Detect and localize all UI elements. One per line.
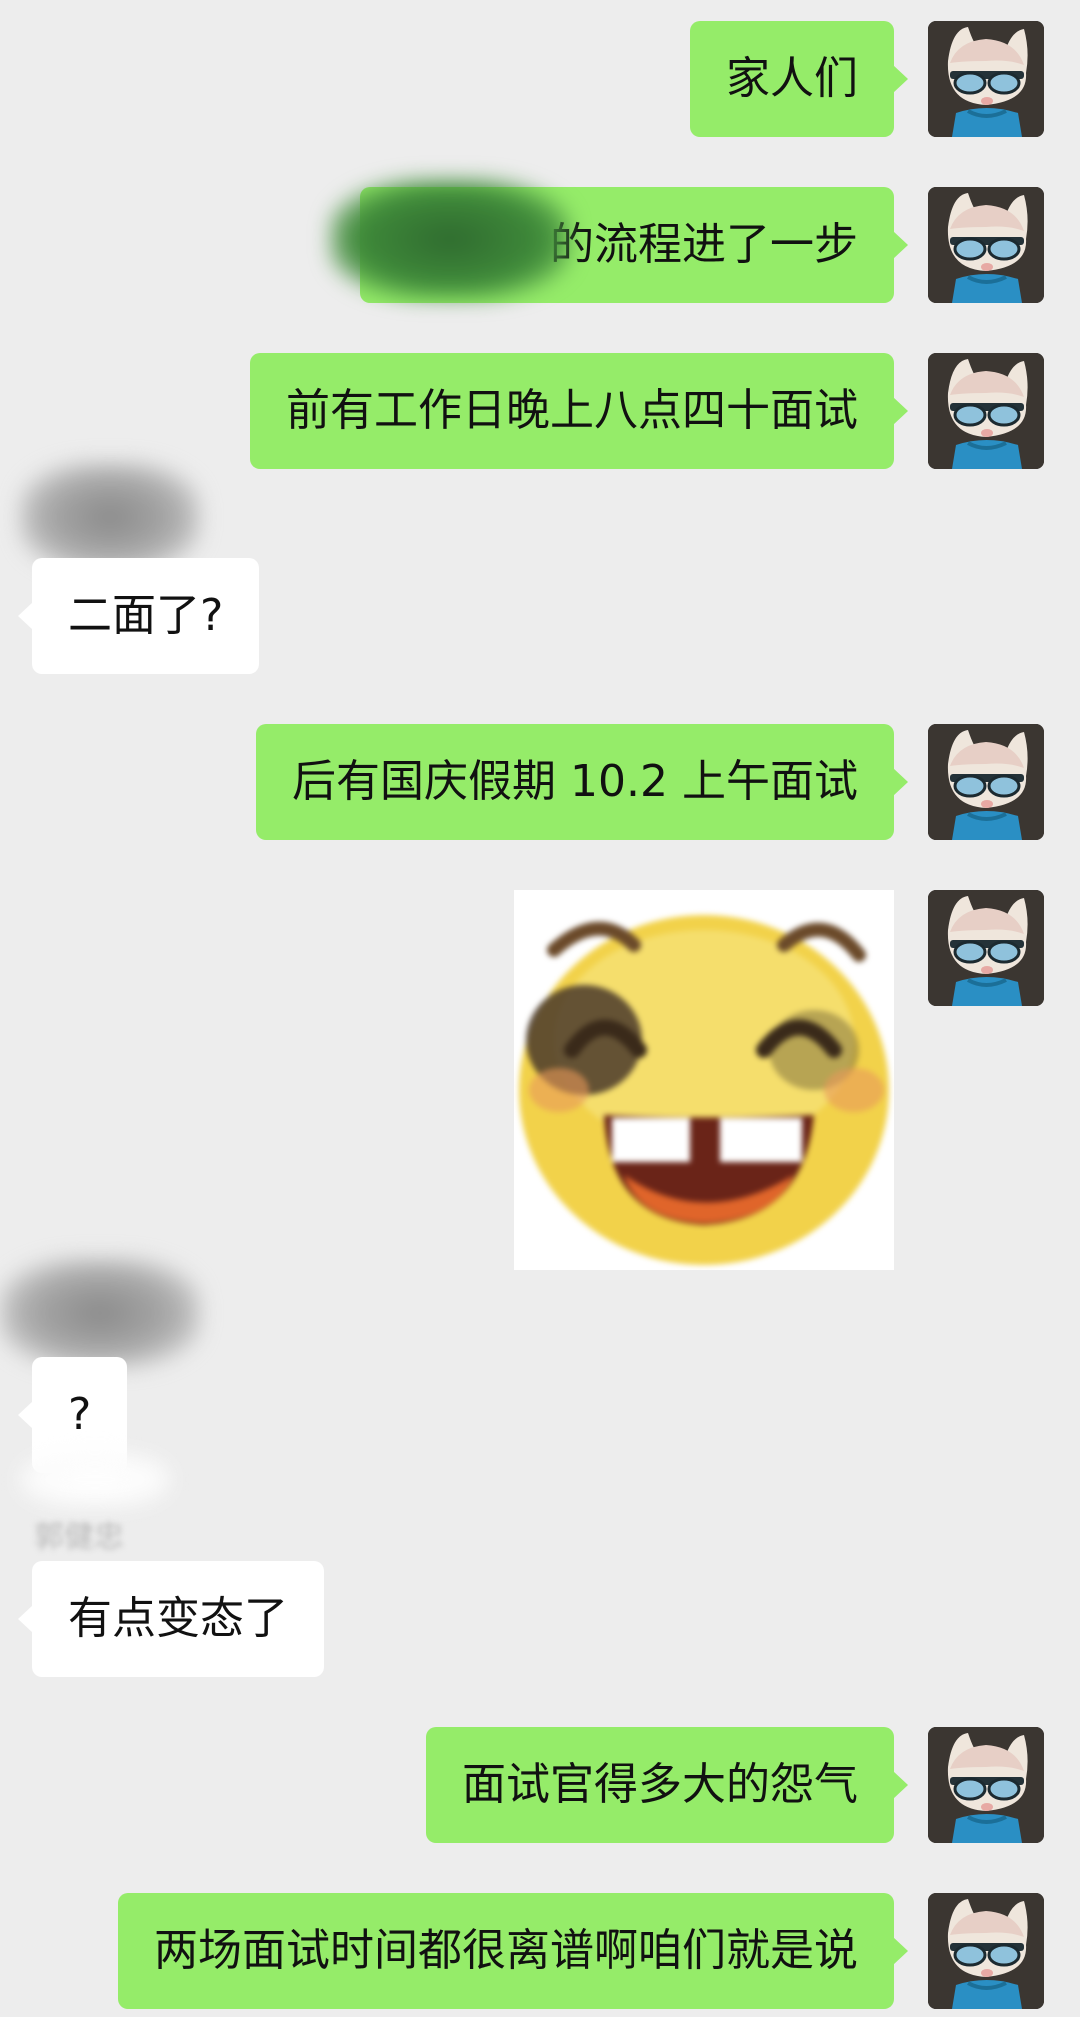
- redaction-scribble: [330, 179, 570, 299]
- message-bubble[interactable]: 两场面试时间都很离谱啊咱们就是说: [118, 1893, 908, 2009]
- chat-transcript[interactable]: 家人们 的流程进了一步 前有工作日晚上八点四十面试 二面了? 后有国庆假期 10…: [0, 0, 1080, 2017]
- cat-in-sunglasses-avatar-icon[interactable]: [928, 890, 1044, 1006]
- message-bubble[interactable]: 有点变态了: [18, 1561, 324, 1677]
- message-bubble[interactable]: 二面了?: [17, 558, 260, 674]
- sender-name: 郭健忠: [34, 1520, 124, 1555]
- cat-in-sunglasses-avatar-icon[interactable]: [928, 21, 1044, 137]
- cat-in-sunglasses-avatar-icon[interactable]: [928, 1893, 1044, 2009]
- message-bubble[interactable]: 家人们: [690, 21, 908, 137]
- grinning-bruised-face-emoji-sticker[interactable]: [514, 890, 894, 1270]
- redacted-sender-name: [20, 462, 200, 572]
- cat-in-sunglasses-avatar-icon[interactable]: [928, 724, 1044, 840]
- redaction-scribble: [20, 1452, 170, 1507]
- cat-in-sunglasses-avatar-icon[interactable]: [928, 187, 1044, 303]
- cat-in-sunglasses-avatar-icon[interactable]: [928, 1727, 1044, 1843]
- message-bubble[interactable]: 后有国庆假期 10.2 上午面试: [256, 724, 908, 840]
- cat-in-sunglasses-avatar-icon[interactable]: [928, 353, 1044, 469]
- message-bubble[interactable]: 面试官得多大的怨气: [426, 1727, 908, 1843]
- redacted-sender-name: [0, 1258, 200, 1368]
- message-bubble[interactable]: 前有工作日晚上八点四十面试: [250, 353, 908, 469]
